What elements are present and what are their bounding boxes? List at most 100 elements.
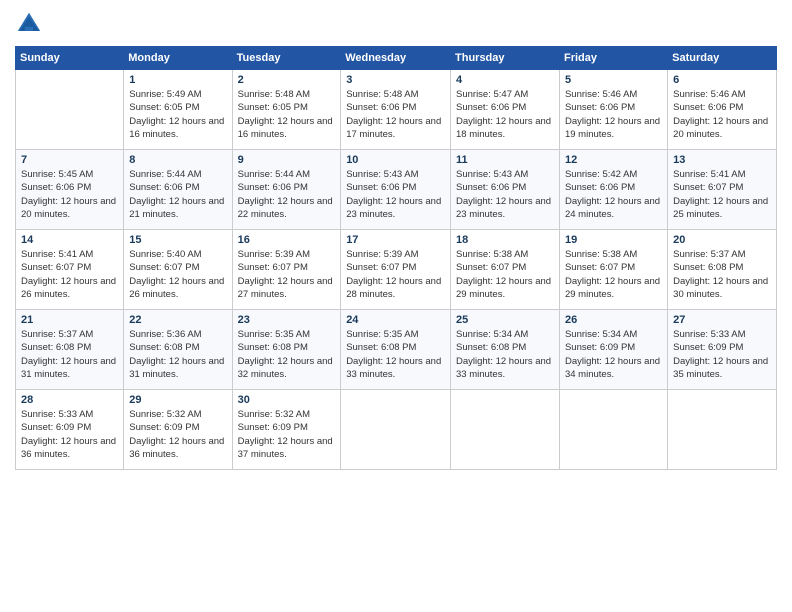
day-info: Sunrise: 5:48 AM Sunset: 6:05 PM Dayligh… bbox=[238, 88, 336, 141]
day-number: 22 bbox=[129, 314, 226, 326]
day-number: 25 bbox=[456, 314, 554, 326]
day-info: Sunrise: 5:42 AM Sunset: 6:06 PM Dayligh… bbox=[565, 168, 662, 221]
day-info: Sunrise: 5:37 AM Sunset: 6:08 PM Dayligh… bbox=[21, 328, 118, 381]
day-cell: 2 Sunrise: 5:48 AM Sunset: 6:05 PM Daylig… bbox=[232, 70, 341, 150]
day-cell: 27 Sunrise: 5:33 AM Sunset: 6:09 PM Dayli… bbox=[668, 310, 777, 390]
day-info: Sunrise: 5:34 AM Sunset: 6:08 PM Dayligh… bbox=[456, 328, 554, 381]
day-cell bbox=[341, 390, 451, 470]
day-cell bbox=[668, 390, 777, 470]
day-number: 24 bbox=[346, 314, 445, 326]
day-number: 13 bbox=[673, 154, 771, 166]
day-cell: 30Sunrise: 5:32 AM Sunset: 6:09 PM Dayli… bbox=[232, 390, 341, 470]
day-cell: 4 Sunrise: 5:47 AM Sunset: 6:06 PM Daylig… bbox=[451, 70, 560, 150]
day-header-sunday: Sunday bbox=[16, 47, 124, 70]
day-header-thursday: Thursday bbox=[451, 47, 560, 70]
day-number: 11 bbox=[456, 154, 554, 166]
day-cell: 3Sunrise: 5:48 AM Sunset: 6:06 PM Daylig… bbox=[341, 70, 451, 150]
day-info: Sunrise: 5:32 AM Sunset: 6:09 PM Dayligh… bbox=[129, 408, 226, 461]
day-number: 5 bbox=[565, 74, 662, 86]
day-cell: 11 Sunrise: 5:43 AM Sunset: 6:06 PM Dayli… bbox=[451, 150, 560, 230]
day-cell: 17 Sunrise: 5:39 AM Sunset: 6:07 PM Dayli… bbox=[341, 230, 451, 310]
week-row-1: 1 Sunrise: 5:49 AM Sunset: 6:05 PM Daylig… bbox=[16, 70, 777, 150]
day-info: Sunrise: 5:33 AM Sunset: 6:09 PM Dayligh… bbox=[21, 408, 118, 461]
day-number: 26 bbox=[565, 314, 662, 326]
day-cell: 14Sunrise: 5:41 AM Sunset: 6:07 PM Dayli… bbox=[16, 230, 124, 310]
day-info: Sunrise: 5:43 AM Sunset: 6:06 PM Dayligh… bbox=[456, 168, 554, 221]
day-cell: 20 Sunrise: 5:37 AM Sunset: 6:08 PM Dayli… bbox=[668, 230, 777, 310]
day-cell: 8Sunrise: 5:44 AM Sunset: 6:06 PM Daylig… bbox=[124, 150, 232, 230]
day-cell: 16 Sunrise: 5:39 AM Sunset: 6:07 PM Dayli… bbox=[232, 230, 341, 310]
day-info: Sunrise: 5:47 AM Sunset: 6:06 PM Dayligh… bbox=[456, 88, 554, 141]
day-cell bbox=[559, 390, 667, 470]
day-number: 21 bbox=[21, 314, 118, 326]
day-info: Sunrise: 5:46 AM Sunset: 6:06 PM Dayligh… bbox=[673, 88, 771, 141]
page: SundayMondayTuesdayWednesdayThursdayFrid… bbox=[0, 0, 792, 480]
day-cell: 24 Sunrise: 5:35 AM Sunset: 6:08 PM Dayli… bbox=[341, 310, 451, 390]
day-info: Sunrise: 5:35 AM Sunset: 6:08 PM Dayligh… bbox=[238, 328, 336, 381]
week-row-5: 28 Sunrise: 5:33 AM Sunset: 6:09 PM Dayli… bbox=[16, 390, 777, 470]
day-info: Sunrise: 5:41 AM Sunset: 6:07 PM Dayligh… bbox=[21, 248, 118, 301]
day-number: 17 bbox=[346, 234, 445, 246]
day-cell: 26Sunrise: 5:34 AM Sunset: 6:09 PM Dayli… bbox=[559, 310, 667, 390]
day-cell: 29 Sunrise: 5:32 AM Sunset: 6:09 PM Dayli… bbox=[124, 390, 232, 470]
day-cell bbox=[16, 70, 124, 150]
day-number: 12 bbox=[565, 154, 662, 166]
day-header-monday: Monday bbox=[124, 47, 232, 70]
day-header-saturday: Saturday bbox=[668, 47, 777, 70]
day-cell: 9 Sunrise: 5:44 AM Sunset: 6:06 PM Daylig… bbox=[232, 150, 341, 230]
day-info: Sunrise: 5:39 AM Sunset: 6:07 PM Dayligh… bbox=[346, 248, 445, 301]
week-row-3: 14Sunrise: 5:41 AM Sunset: 6:07 PM Dayli… bbox=[16, 230, 777, 310]
day-cell: 1 Sunrise: 5:49 AM Sunset: 6:05 PM Daylig… bbox=[124, 70, 232, 150]
header-row: SundayMondayTuesdayWednesdayThursdayFrid… bbox=[16, 47, 777, 70]
day-info: Sunrise: 5:36 AM Sunset: 6:08 PM Dayligh… bbox=[129, 328, 226, 381]
day-number: 9 bbox=[238, 154, 336, 166]
day-info: Sunrise: 5:33 AM Sunset: 6:09 PM Dayligh… bbox=[673, 328, 771, 381]
day-cell: 5Sunrise: 5:46 AM Sunset: 6:06 PM Daylig… bbox=[559, 70, 667, 150]
day-info: Sunrise: 5:37 AM Sunset: 6:08 PM Dayligh… bbox=[673, 248, 771, 301]
day-cell: 25 Sunrise: 5:34 AM Sunset: 6:08 PM Dayli… bbox=[451, 310, 560, 390]
day-number: 28 bbox=[21, 394, 118, 406]
day-info: Sunrise: 5:41 AM Sunset: 6:07 PM Dayligh… bbox=[673, 168, 771, 221]
day-info: Sunrise: 5:39 AM Sunset: 6:07 PM Dayligh… bbox=[238, 248, 336, 301]
day-info: Sunrise: 5:43 AM Sunset: 6:06 PM Dayligh… bbox=[346, 168, 445, 221]
day-number: 7 bbox=[21, 154, 118, 166]
day-header-friday: Friday bbox=[559, 47, 667, 70]
calendar-table: SundayMondayTuesdayWednesdayThursdayFrid… bbox=[15, 46, 777, 470]
day-number: 16 bbox=[238, 234, 336, 246]
day-number: 4 bbox=[456, 74, 554, 86]
day-number: 10 bbox=[346, 154, 445, 166]
day-header-wednesday: Wednesday bbox=[341, 47, 451, 70]
day-number: 29 bbox=[129, 394, 226, 406]
day-info: Sunrise: 5:38 AM Sunset: 6:07 PM Dayligh… bbox=[565, 248, 662, 301]
day-cell: 21 Sunrise: 5:37 AM Sunset: 6:08 PM Dayli… bbox=[16, 310, 124, 390]
day-number: 27 bbox=[673, 314, 771, 326]
day-info: Sunrise: 5:40 AM Sunset: 6:07 PM Dayligh… bbox=[129, 248, 226, 301]
day-number: 1 bbox=[129, 74, 226, 86]
week-row-2: 7Sunrise: 5:45 AM Sunset: 6:06 PM Daylig… bbox=[16, 150, 777, 230]
day-info: Sunrise: 5:44 AM Sunset: 6:06 PM Dayligh… bbox=[238, 168, 336, 221]
header bbox=[15, 10, 777, 38]
day-number: 6 bbox=[673, 74, 771, 86]
day-cell: 19 Sunrise: 5:38 AM Sunset: 6:07 PM Dayli… bbox=[559, 230, 667, 310]
logo-icon bbox=[15, 10, 43, 38]
day-cell: 7Sunrise: 5:45 AM Sunset: 6:06 PM Daylig… bbox=[16, 150, 124, 230]
day-cell bbox=[451, 390, 560, 470]
day-number: 19 bbox=[565, 234, 662, 246]
day-info: Sunrise: 5:49 AM Sunset: 6:05 PM Dayligh… bbox=[129, 88, 226, 141]
day-info: Sunrise: 5:35 AM Sunset: 6:08 PM Dayligh… bbox=[346, 328, 445, 381]
logo bbox=[15, 10, 47, 38]
day-number: 20 bbox=[673, 234, 771, 246]
day-cell: 13 Sunrise: 5:41 AM Sunset: 6:07 PM Dayli… bbox=[668, 150, 777, 230]
day-header-tuesday: Tuesday bbox=[232, 47, 341, 70]
day-number: 18 bbox=[456, 234, 554, 246]
day-number: 15 bbox=[129, 234, 226, 246]
day-number: 8 bbox=[129, 154, 226, 166]
day-cell: 28 Sunrise: 5:33 AM Sunset: 6:09 PM Dayli… bbox=[16, 390, 124, 470]
day-cell: 6 Sunrise: 5:46 AM Sunset: 6:06 PM Daylig… bbox=[668, 70, 777, 150]
week-row-4: 21 Sunrise: 5:37 AM Sunset: 6:08 PM Dayli… bbox=[16, 310, 777, 390]
day-info: Sunrise: 5:32 AM Sunset: 6:09 PM Dayligh… bbox=[238, 408, 336, 461]
day-number: 2 bbox=[238, 74, 336, 86]
day-cell: 15 Sunrise: 5:40 AM Sunset: 6:07 PM Dayli… bbox=[124, 230, 232, 310]
day-cell: 18Sunrise: 5:38 AM Sunset: 6:07 PM Dayli… bbox=[451, 230, 560, 310]
day-cell: 22 Sunrise: 5:36 AM Sunset: 6:08 PM Dayli… bbox=[124, 310, 232, 390]
